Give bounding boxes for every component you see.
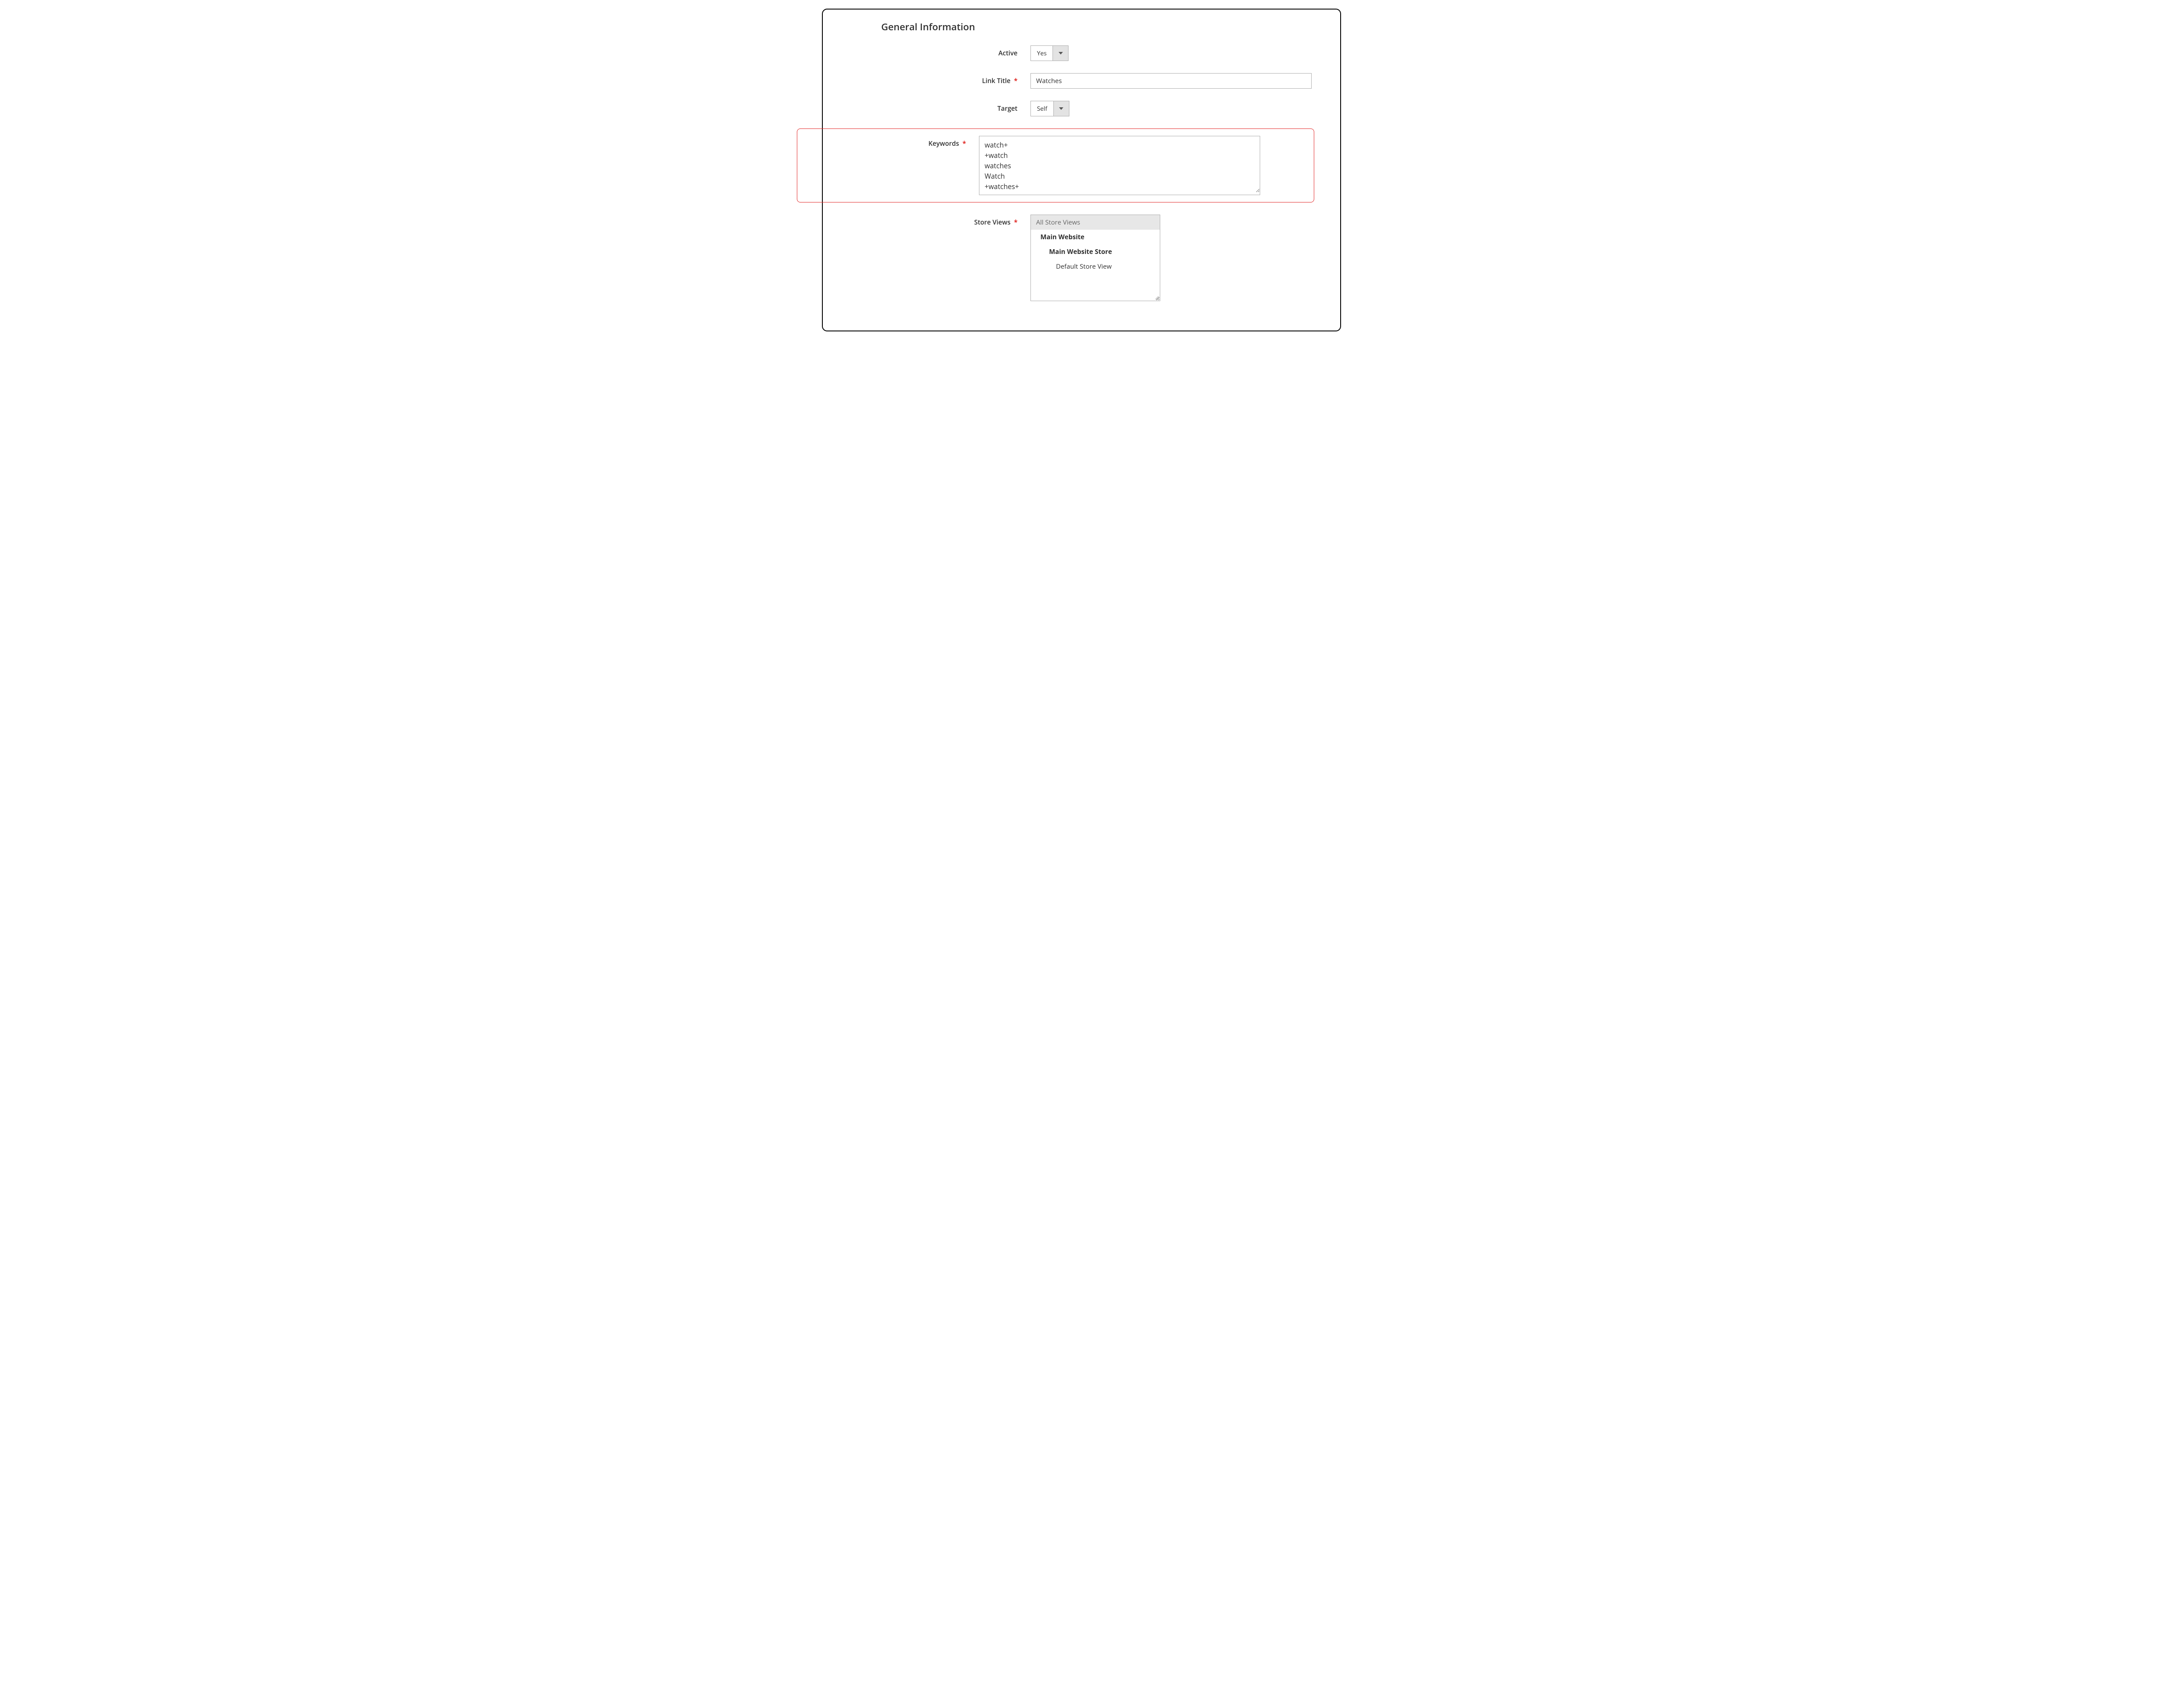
link-title-row: Link Title * <box>849 73 1314 89</box>
general-information-panel: General Information Active Yes Link Titl… <box>822 9 1341 331</box>
keywords-highlight: Keywords * watch+ +watch watches Watch +… <box>797 128 1314 202</box>
link-title-input[interactable] <box>1030 73 1312 89</box>
target-row: Target Self <box>849 101 1314 116</box>
link-title-field <box>1030 73 1314 89</box>
dropdown-arrow-icon <box>1053 46 1068 61</box>
keywords-label-text: Keywords <box>928 139 959 148</box>
store-views-label: Store Views * <box>849 215 1030 227</box>
section-title: General Information <box>849 20 1314 33</box>
keywords-label: Keywords * <box>797 136 979 148</box>
link-title-label: Link Title * <box>849 73 1030 85</box>
keywords-field: watch+ +watch watches Watch +watches+ <box>979 136 1308 195</box>
target-field: Self <box>1030 101 1314 116</box>
target-select-value: Self <box>1031 101 1053 116</box>
store-views-option-store[interactable]: Main Website Store <box>1031 244 1160 259</box>
required-asterisk-icon: * <box>1014 218 1017 227</box>
required-asterisk-icon: * <box>963 139 966 148</box>
link-title-label-text: Link Title <box>982 77 1011 85</box>
dropdown-arrow-icon <box>1053 101 1069 116</box>
store-views-option-website[interactable]: Main Website <box>1031 230 1160 244</box>
active-select-value: Yes <box>1031 46 1053 61</box>
active-field: Yes <box>1030 45 1314 61</box>
active-label-text: Active <box>998 49 1017 58</box>
store-views-field: All Store Views Main Website Main Websit… <box>1030 215 1314 301</box>
store-views-label-text: Store Views <box>974 218 1011 227</box>
store-views-option-view[interactable]: Default Store View <box>1031 259 1160 274</box>
store-views-option-all[interactable]: All Store Views <box>1031 215 1160 230</box>
keywords-textarea-wrapper: watch+ +watch watches Watch +watches+ <box>979 136 1260 195</box>
store-views-multiselect[interactable]: All Store Views Main Website Main Websit… <box>1030 215 1160 301</box>
target-label-text: Target <box>997 104 1017 113</box>
keywords-row: Keywords * watch+ +watch watches Watch +… <box>797 136 1308 195</box>
store-views-row: Store Views * All Store Views Main Websi… <box>849 215 1314 301</box>
active-row: Active Yes <box>849 45 1314 61</box>
required-asterisk-icon: * <box>1014 77 1017 85</box>
active-select[interactable]: Yes <box>1030 45 1069 61</box>
target-label: Target <box>849 101 1030 113</box>
keywords-textarea[interactable]: watch+ +watch watches Watch +watches+ <box>979 136 1260 193</box>
resize-handle-icon <box>1154 295 1160 301</box>
active-label: Active <box>849 45 1030 58</box>
target-select[interactable]: Self <box>1030 101 1069 116</box>
